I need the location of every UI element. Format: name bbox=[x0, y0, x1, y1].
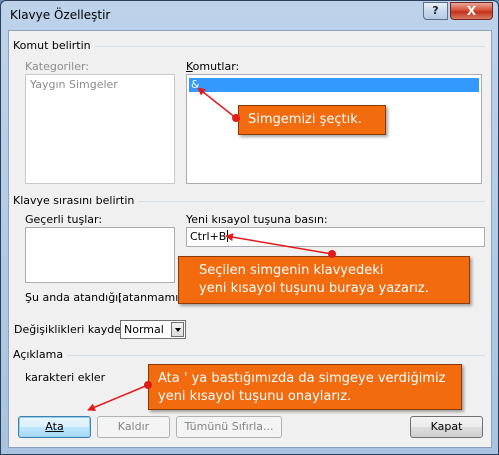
title-bar[interactable]: Klavye Özelleştir ? X bbox=[1, 1, 498, 29]
save-changes-label: Değişiklikleri kaydet: bbox=[14, 323, 130, 336]
reset-all-button[interactable]: Tümünü Sıfırla... bbox=[176, 416, 282, 438]
command-group-label: Komut belirtin bbox=[13, 39, 95, 52]
new-shortcut-input[interactable]: Ctrl+B bbox=[186, 227, 485, 247]
callout-symbol-selected: Simgemizi şeçtık. bbox=[238, 105, 386, 135]
assign-button[interactable]: Ata bbox=[18, 416, 91, 438]
assigned-to-label: Şu anda atandığı: bbox=[25, 291, 122, 304]
current-keys-list[interactable] bbox=[25, 227, 175, 283]
save-in-select[interactable]: Normal bbox=[120, 320, 186, 339]
categories-list[interactable]: Yaygın Simgeler bbox=[25, 74, 175, 184]
list-item-selected[interactable]: & bbox=[189, 78, 479, 92]
list-item[interactable]: Yaygın Simgeler bbox=[28, 78, 118, 92]
chevron-down-icon[interactable] bbox=[171, 322, 184, 337]
new-shortcut-label: Yeni kısayol tuşuna basın: bbox=[186, 213, 328, 226]
group-divider bbox=[15, 355, 485, 356]
help-button[interactable]: ? bbox=[423, 2, 448, 20]
close-window-button[interactable]: X bbox=[450, 2, 493, 20]
remove-button[interactable]: Kaldır bbox=[97, 416, 170, 438]
commands-label: Komutlar: bbox=[186, 60, 240, 73]
dialog-title: Klavye Özelleştir bbox=[10, 8, 111, 22]
description-text: karakteri ekler bbox=[25, 371, 106, 384]
close-icon: X bbox=[466, 4, 477, 18]
save-in-selected-value: Normal bbox=[124, 323, 164, 336]
description-group-label: Açıklama bbox=[13, 348, 68, 361]
text-caret bbox=[227, 230, 229, 242]
callout-assign-confirm: Ata ' ya bastığımızda da simgeye verdiği… bbox=[148, 364, 462, 410]
callout-shortcut-entry: Seçilen simgenin klavyedeki yeni kısayol… bbox=[178, 256, 470, 304]
current-keys-label: Geçerli tuşlar: bbox=[25, 213, 103, 226]
new-shortcut-value: Ctrl+B bbox=[190, 230, 227, 243]
close-button[interactable]: Kapat bbox=[410, 416, 483, 438]
categories-label: Kategoriler: bbox=[25, 60, 89, 73]
keyboard-group-label: Klavye sırasını belirtin bbox=[13, 194, 139, 207]
